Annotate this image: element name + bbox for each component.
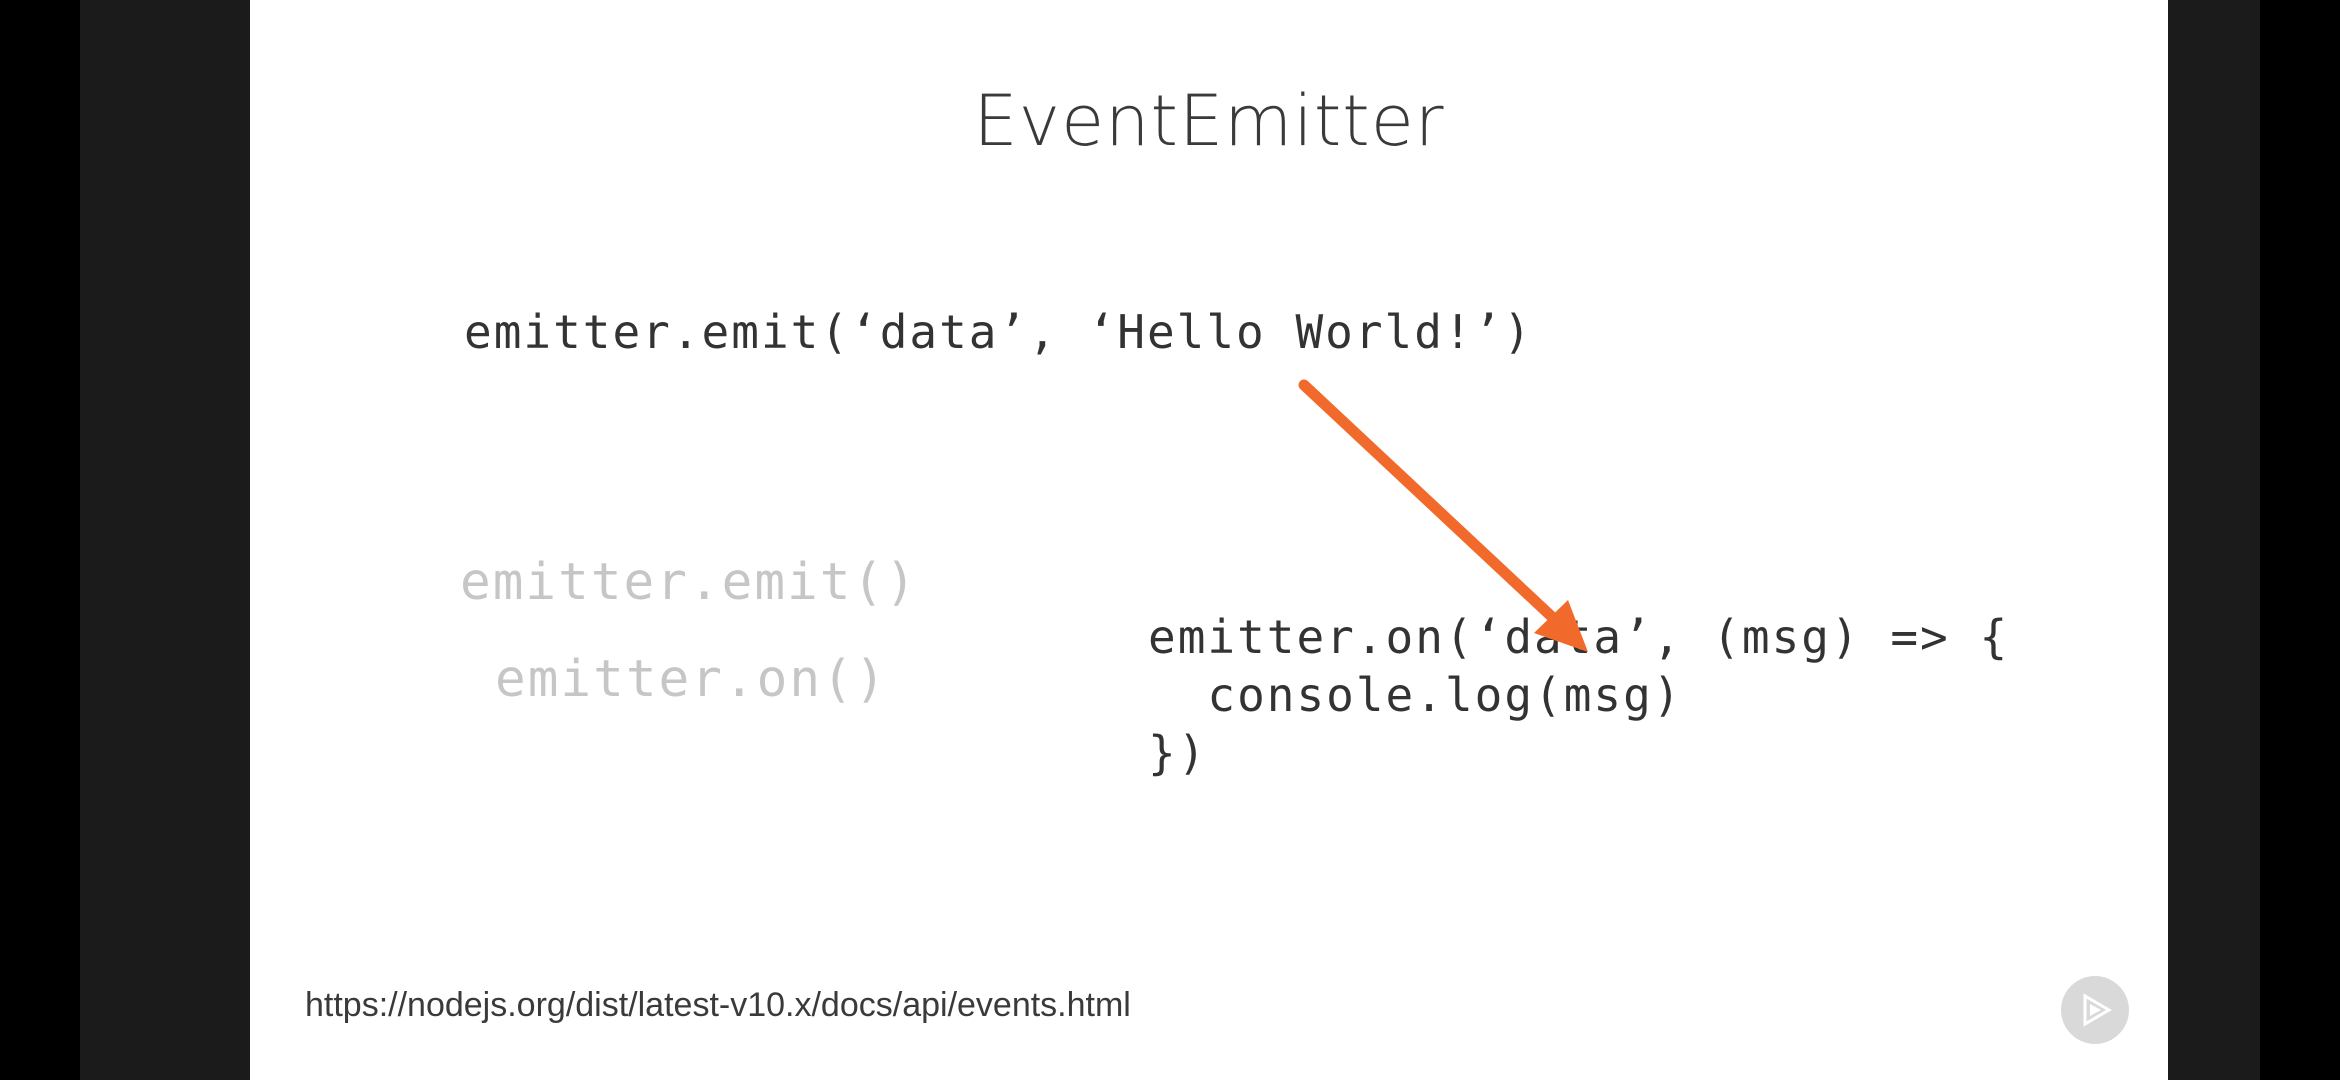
arrow-icon	[1298, 379, 1588, 652]
presentation-slide: EventEmitter emitter.emit(‘data’, ‘Hello…	[250, 0, 2168, 1080]
play-logo-icon	[2061, 976, 2129, 1044]
video-screen: EventEmitter emitter.emit(‘data’, ‘Hello…	[0, 0, 2340, 1080]
emit-code-example: emitter.emit(‘data’, ‘Hello World!’)	[464, 305, 1533, 359]
method-on-label: emitter.on()	[495, 650, 888, 709]
play-triangle-icon	[2083, 993, 2112, 1027]
on-code-example: emitter.on(‘data’, (msg) => { console.lo…	[1148, 610, 2010, 780]
slide-title: EventEmitter	[973, 80, 1445, 162]
left-letterbox	[80, 0, 250, 1080]
right-letterbox	[2168, 0, 2260, 1080]
docs-url: https://nodejs.org/dist/latest-v10.x/doc…	[305, 986, 1131, 1024]
method-emit-label: emitter.emit()	[460, 553, 918, 612]
